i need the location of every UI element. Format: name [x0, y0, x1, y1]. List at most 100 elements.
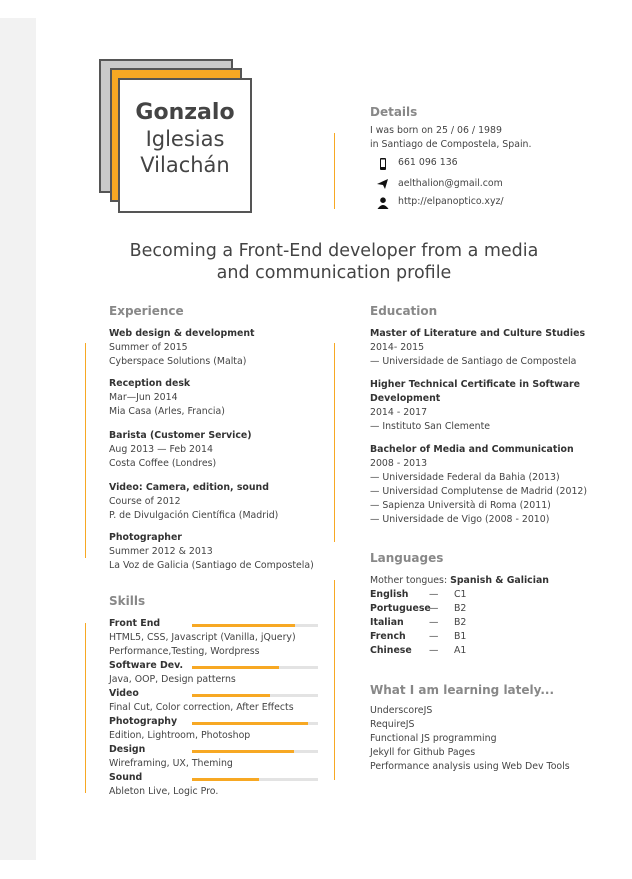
last-name-2: Vilachán: [140, 153, 230, 177]
learning-item: Performance analysis using Web Dev Tools: [370, 761, 570, 772]
email-address[interactable]: aelthalion@gmail.com: [398, 177, 503, 191]
experience-place: P. de Divulgación Científica (Madrid): [109, 510, 279, 521]
skill-name: Video: [109, 688, 139, 699]
learning-item: Jekyll for Github Pages: [370, 747, 476, 758]
skill-level-fill: [192, 666, 279, 669]
profile-title: Becoming a Front-End developer from a me…: [36, 240, 632, 284]
phone-number: 661 096 136: [398, 157, 458, 168]
experience-role: Video: Camera, edition, sound: [109, 482, 269, 493]
education-title: Master of Literature and Culture Studies: [370, 328, 586, 339]
language-level: A1: [454, 645, 467, 656]
experience-date: Summer 2012 & 2013: [109, 546, 213, 557]
languages-accent-line: [334, 580, 335, 780]
education-institution: — Sapienza Università di Roma (2011): [370, 500, 551, 511]
skill-level-fill: [192, 722, 308, 725]
skills-accent-line: [85, 623, 86, 793]
skill-name: Front End: [109, 618, 161, 629]
skill-level-bar: [192, 750, 318, 753]
details-accent-line: [334, 133, 335, 209]
skill-name: Photography: [109, 716, 178, 727]
experience-place: La Voz de Galicia (Santiago de Compostel…: [109, 560, 314, 571]
profile-title-line-1: Becoming a Front-End developer from a me…: [129, 241, 539, 261]
skill-level-fill: [192, 694, 271, 697]
language-dash: —: [429, 631, 439, 642]
experience-date: Summer of 2015: [109, 342, 188, 353]
experience-place: Costa Coffee (Londres): [109, 458, 217, 469]
experience-accent-line-right: [334, 343, 335, 542]
details-heading: Details: [370, 105, 418, 119]
experience-heading: Experience: [109, 304, 184, 318]
education-date: 2008 - 2013: [370, 458, 428, 469]
language-dash: —: [429, 589, 439, 600]
skill-level-bar: [192, 624, 318, 627]
phone-icon: [380, 158, 386, 170]
skill-level-fill: [192, 778, 259, 781]
profile-title-line-2: and communication profile: [216, 263, 452, 283]
education-title-cont: Development: [370, 393, 441, 404]
resume-page: Gonzalo Iglesias Vilachán Details I was …: [36, 0, 632, 879]
language-level: C1: [454, 589, 467, 600]
skill-level-bar: [192, 694, 318, 697]
language-level: B1: [454, 631, 467, 642]
education-title: Bachelor of Media and Communication: [370, 444, 574, 455]
skill-name: Design: [109, 744, 146, 755]
learning-item: Functional JS programming: [370, 733, 497, 744]
skill-level-bar: [192, 666, 318, 669]
skill-level-bar: [192, 722, 318, 725]
learning-heading: What I am learning lately...: [370, 683, 555, 697]
language-name: Italian: [370, 617, 404, 628]
skill-name: Software Dev.: [109, 660, 184, 671]
education-heading: Education: [370, 304, 438, 318]
user-icon: [377, 197, 389, 209]
skill-description: Java, OOP, Design patterns: [109, 674, 236, 685]
experience-place: Cyberspace Solutions (Malta): [109, 356, 247, 367]
skills-heading: Skills: [109, 594, 146, 608]
skill-description: Edition, Lightroom, Photoshop: [109, 730, 251, 741]
experience-role: Photographer: [109, 532, 182, 543]
language-dash: —: [429, 645, 439, 656]
education-institution: — Universidade de Vigo (2008 - 2010): [370, 514, 550, 525]
language-name: French: [370, 631, 406, 642]
skill-level-bar: [192, 778, 318, 781]
language-level: B2: [454, 603, 467, 614]
language-level: B2: [454, 617, 467, 628]
birth-line-2: in Santiago de Compostela, Spain.: [370, 139, 532, 150]
left-margin-bar: [0, 18, 36, 860]
skill-level-fill: [192, 750, 295, 753]
first-name: Gonzalo: [135, 100, 235, 125]
last-name-1: Iglesias: [145, 127, 225, 151]
skill-description: Final Cut, Color correction, After Effec…: [109, 702, 294, 713]
experience-date: Aug 2013 — Feb 2014: [109, 444, 213, 455]
experience-place: Mia Casa (Arles, Francia): [109, 406, 225, 417]
languages-heading: Languages: [370, 551, 444, 565]
learning-item: RequireJS: [370, 719, 415, 730]
experience-role: Web design & development: [109, 328, 255, 339]
skill-description: Performance,Testing, Wordpress: [109, 646, 260, 657]
education-date: 2014 - 2017: [370, 407, 428, 418]
mother-tongues-label: Mother tongues:: [370, 575, 448, 586]
experience-date: Mar—Jun 2014: [109, 392, 178, 403]
experience-date: Course of 2012: [109, 496, 181, 507]
skill-description: Ableton Live, Logic Pro.: [109, 786, 219, 797]
education-date: 2014- 2015: [370, 342, 425, 353]
experience-role: Barista (Customer Service): [109, 430, 252, 441]
language-name: English: [370, 589, 409, 600]
paper-plane-icon: [377, 179, 388, 189]
education-institution: — Universidade Federal da Bahia (2013): [370, 472, 560, 483]
experience-role: Reception desk: [109, 378, 191, 389]
learning-item: UnderscoreJS: [370, 705, 433, 716]
website-link[interactable]: http://elpanoptico.xyz/: [398, 195, 504, 209]
full-name: Gonzalo Iglesias Vilachán: [118, 100, 252, 178]
education-title: Higher Technical Certificate in Software: [370, 379, 581, 390]
skill-name: Sound: [109, 772, 143, 783]
language-dash: —: [429, 617, 439, 628]
mother-tongues: Mother tongues: Spanish & Galician: [370, 574, 549, 588]
skill-description: Wireframing, UX, Theming: [109, 758, 233, 769]
education-institution: — Instituto San Clemente: [370, 421, 491, 432]
language-name: Chinese: [370, 645, 412, 656]
birth-line-1: I was born on 25 / 06 / 1989: [370, 125, 502, 136]
language-name: Portuguese: [370, 603, 431, 614]
skill-level-fill: [192, 624, 296, 627]
education-institution: — Universidad Complutense de Madrid (201…: [370, 486, 588, 497]
education-institution: — Universidade de Santiago de Compostela: [370, 356, 577, 367]
